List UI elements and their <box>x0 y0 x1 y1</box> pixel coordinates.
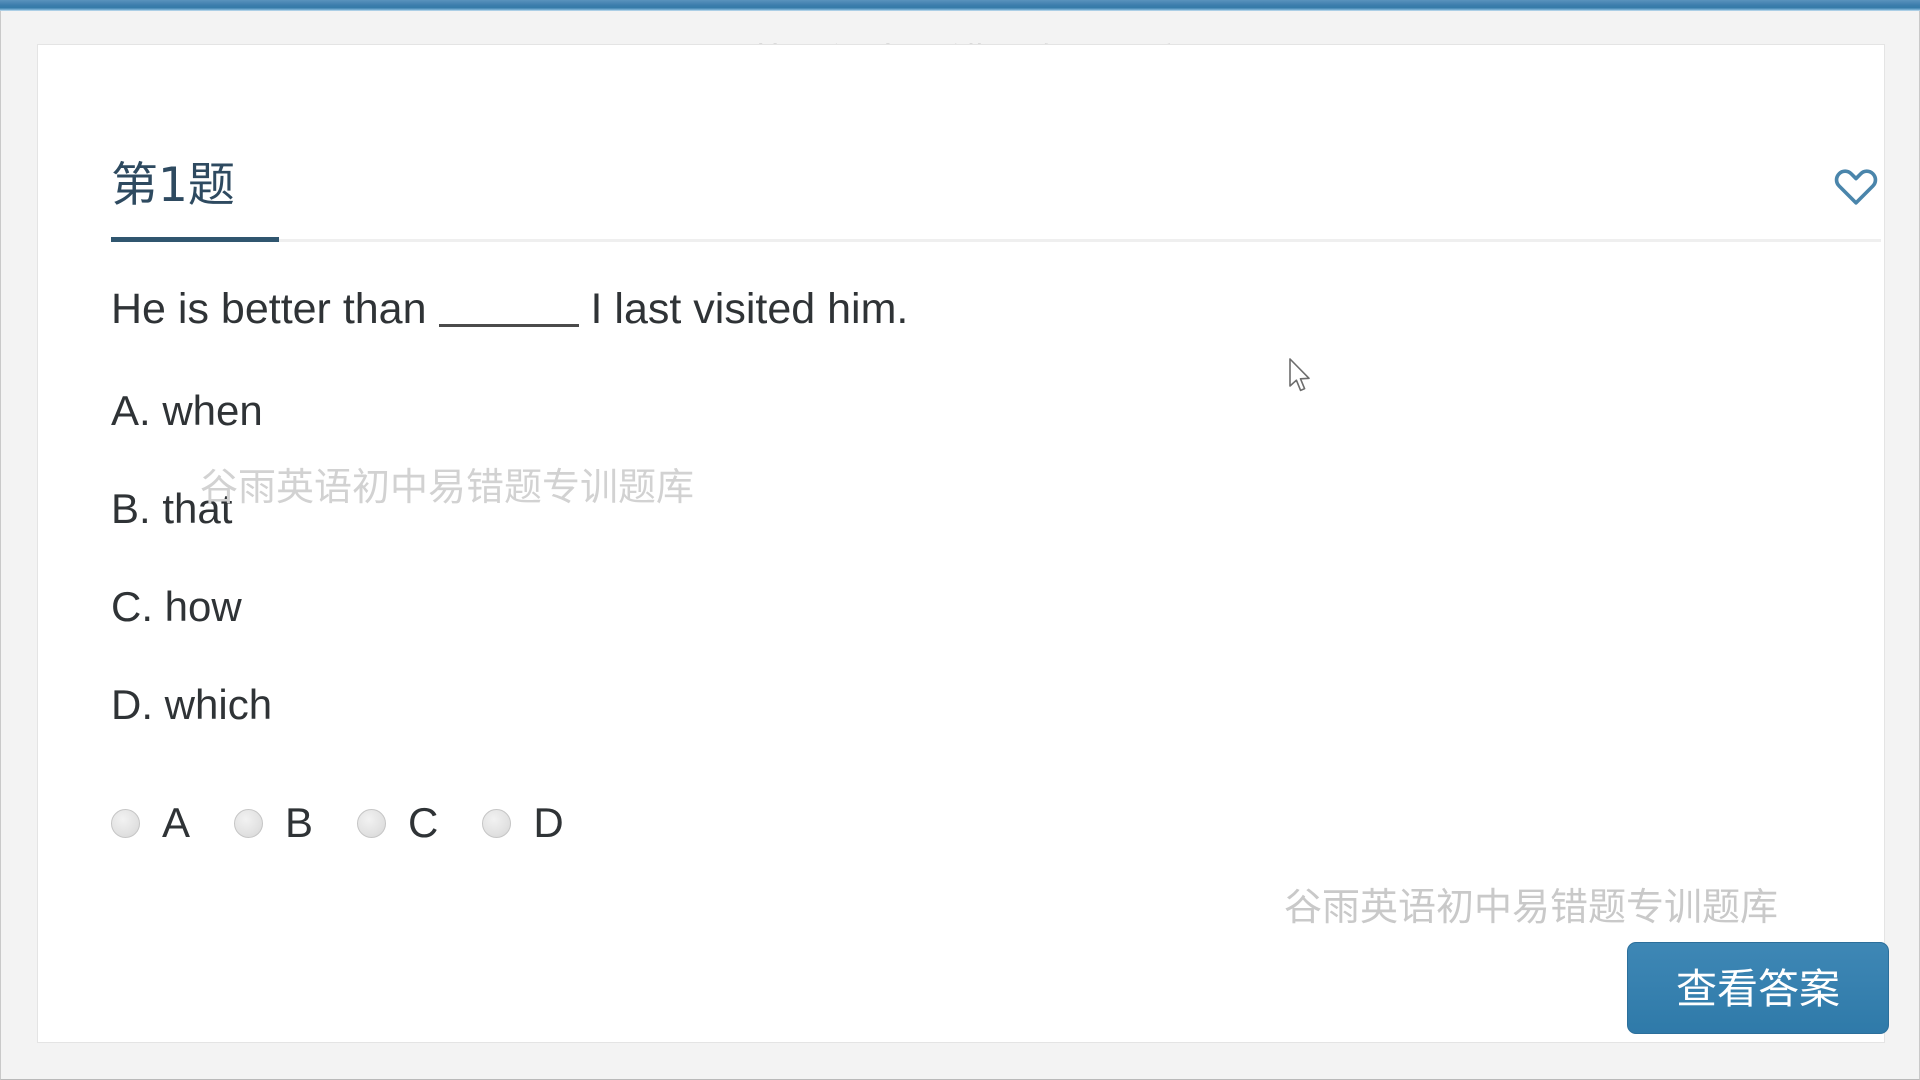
radio-option-a[interactable]: A <box>111 802 190 844</box>
radio-dot-c[interactable] <box>357 808 387 838</box>
radio-dot-d[interactable] <box>482 808 512 838</box>
header-active-indicator <box>111 237 279 242</box>
radio-label-b: B <box>285 799 314 846</box>
radio-option-b[interactable]: B <box>234 802 313 844</box>
option-b[interactable]: B. that <box>111 460 1811 558</box>
top-accent-bar <box>0 0 1920 11</box>
sentence-part-after: I last visited him. <box>590 285 909 333</box>
page-title: 第1题 <box>111 158 235 213</box>
radio-label-c: C <box>408 799 439 846</box>
watermark-bottom: 谷雨英语初中易错题专训题库 <box>1284 885 1779 929</box>
question-body: He is better than I last visited him. A. … <box>111 281 1811 754</box>
sentence-part-before: He is better than <box>111 285 427 333</box>
radio-label-d: D <box>533 799 564 846</box>
view-answer-button[interactable]: 查看答案 <box>1627 942 1889 1034</box>
radio-dot-a[interactable] <box>111 808 140 838</box>
radio-label-a: A <box>162 799 191 846</box>
answer-blank <box>438 324 579 327</box>
heart-outline-icon[interactable] <box>1833 163 1879 209</box>
option-d[interactable]: D. which <box>111 656 1811 754</box>
question-sentence: He is better than I last visited him. <box>111 281 1811 337</box>
answer-radio-group: A B C D <box>111 802 608 844</box>
header-divider <box>111 239 1881 242</box>
question-card: 第1题 He is better than I last visited him.… <box>37 44 1889 1043</box>
option-c[interactable]: C. how <box>111 558 1811 656</box>
question-header: 第1题 <box>111 158 1881 242</box>
radio-option-d[interactable]: D <box>482 799 564 846</box>
page-frame: 谷雨英语初中易错题专训题库 第1题 He is better than I las… <box>0 11 1920 1080</box>
radio-dot-b[interactable] <box>234 808 264 838</box>
radio-option-c[interactable]: C <box>357 802 438 844</box>
option-a[interactable]: A. when <box>111 362 1811 460</box>
